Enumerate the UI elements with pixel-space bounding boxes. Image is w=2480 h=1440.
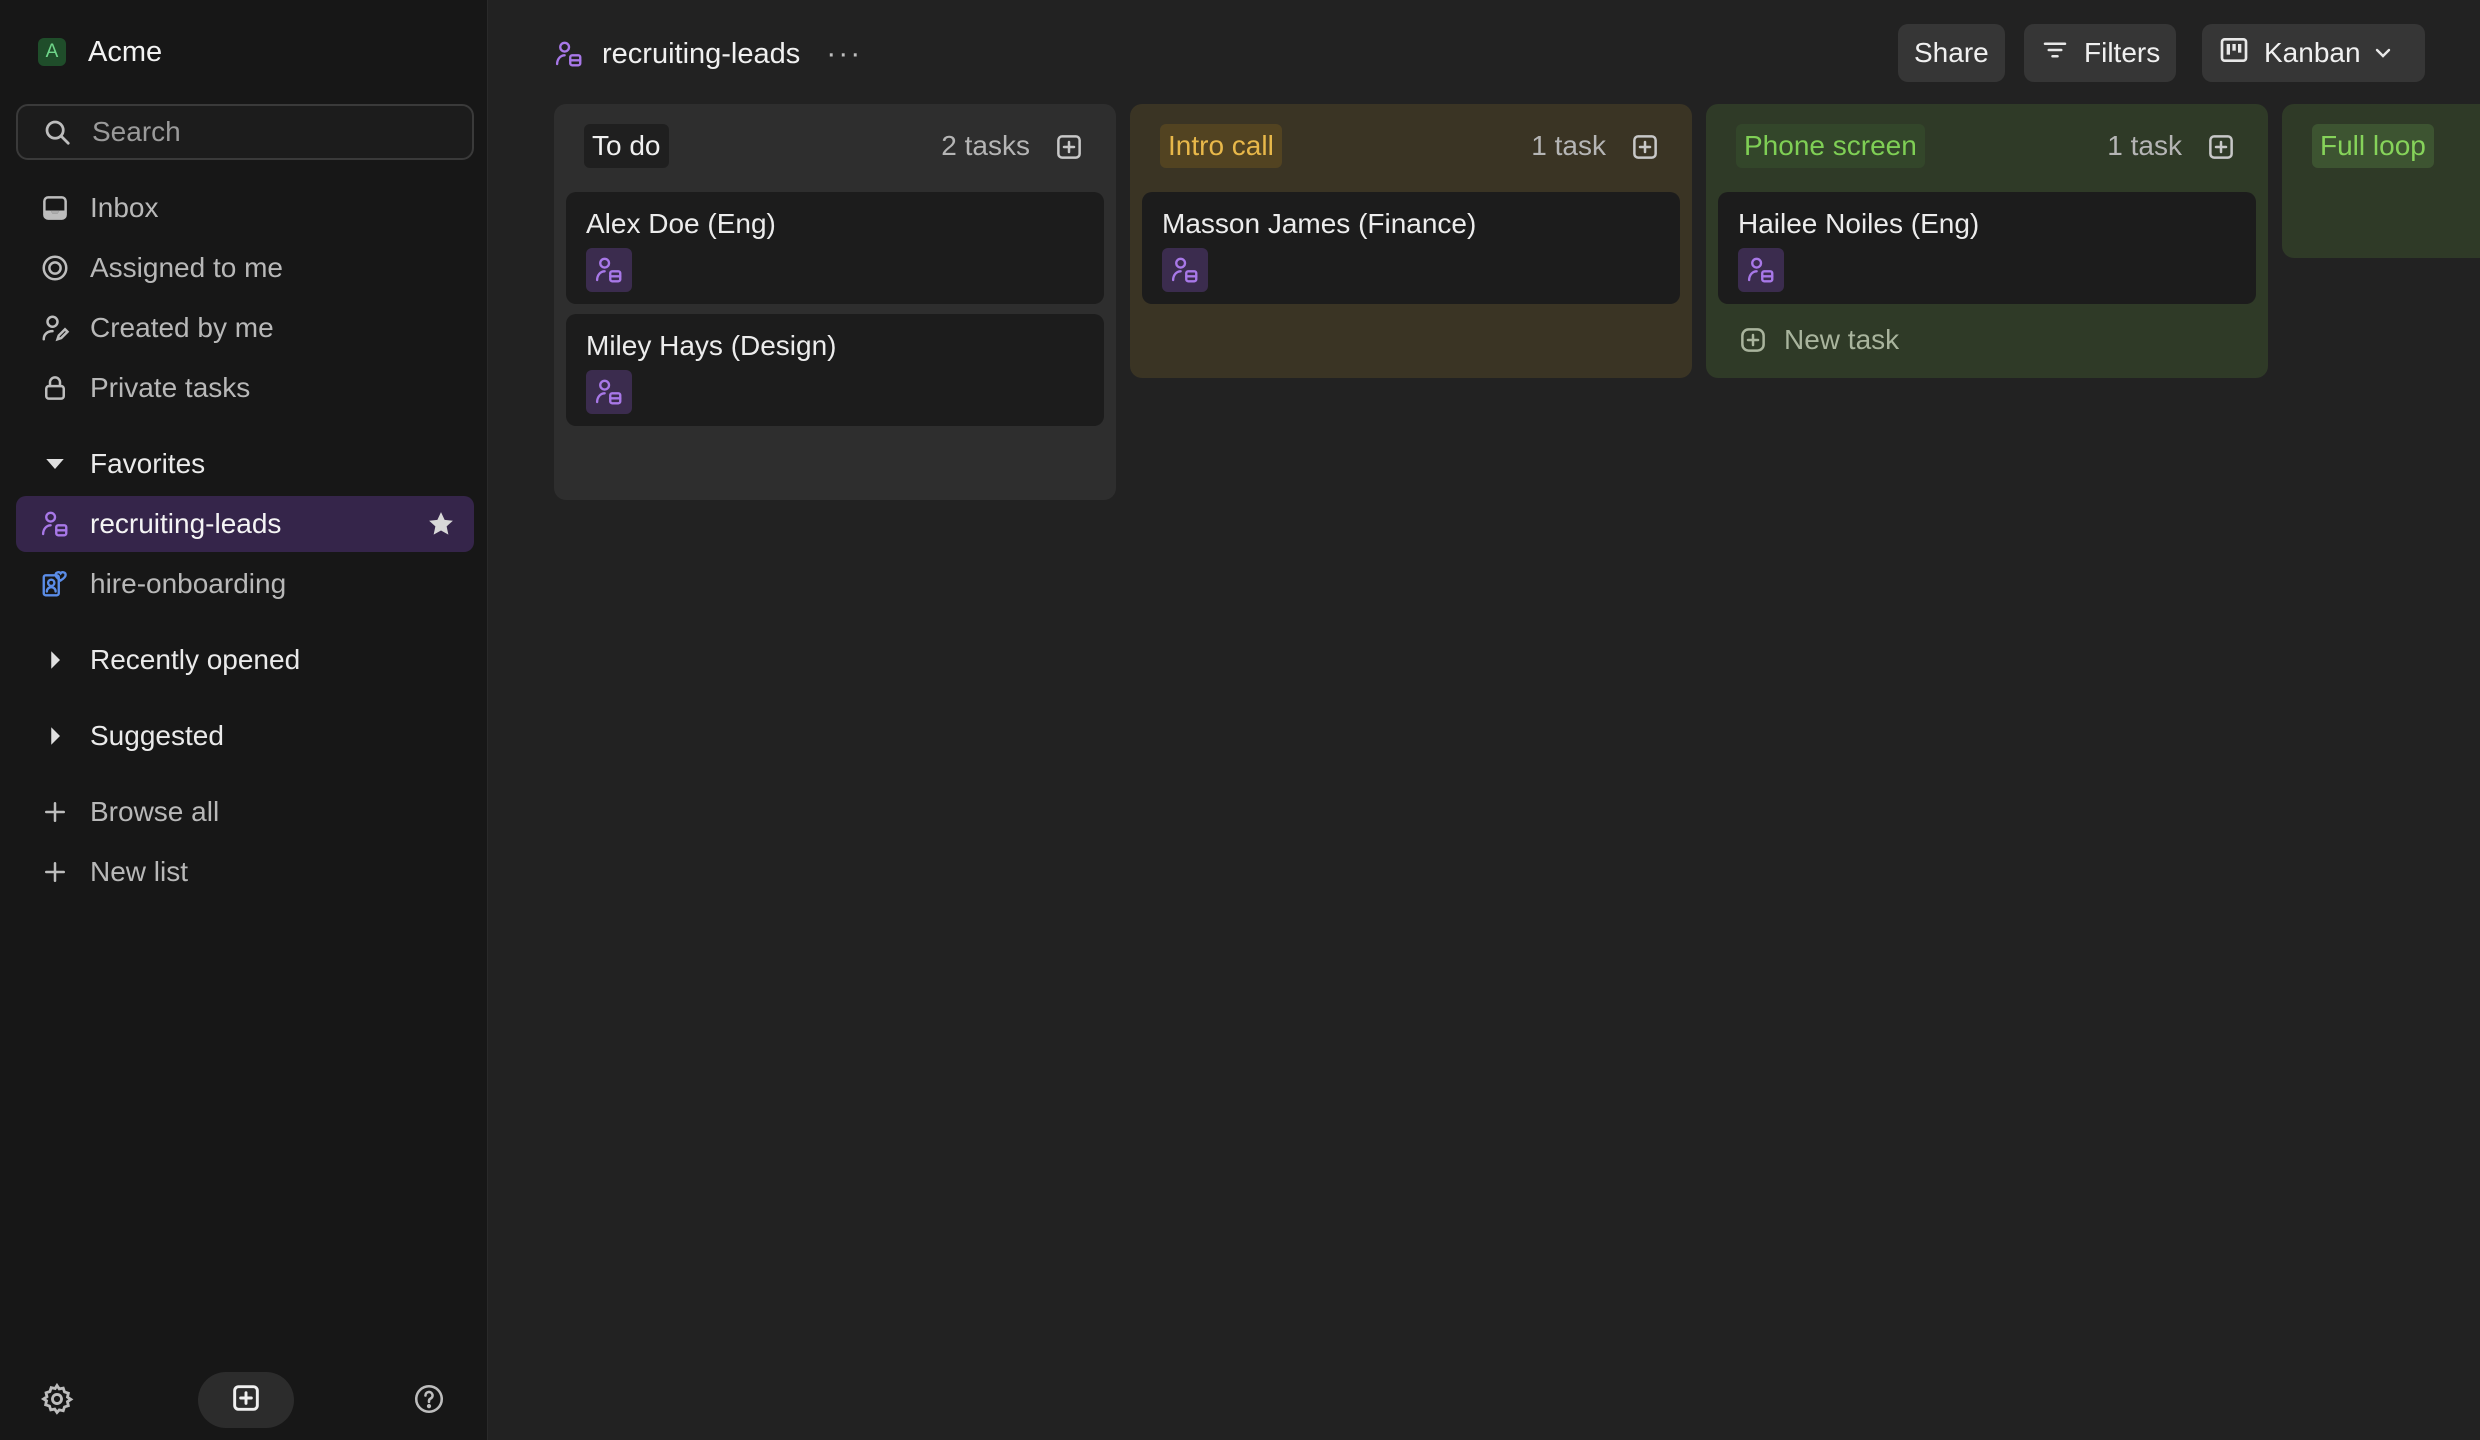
new-task-button[interactable]: New task — [1738, 318, 1899, 362]
nav-inbox[interactable]: Inbox — [16, 180, 474, 236]
page-header: recruiting-leads ··· — [554, 34, 862, 74]
nav-assigned-to-me[interactable]: Assigned to me — [16, 240, 474, 296]
column-header: Phone screen 1 task — [1706, 104, 2268, 192]
nav-private-tasks[interactable]: Private tasks — [16, 360, 474, 416]
suggested-label: Suggested — [90, 720, 224, 751]
column-status-tag[interactable]: Full loop — [2312, 124, 2434, 168]
task-card[interactable]: Alex Doe (Eng) — [566, 192, 1104, 304]
favorite-label: hire-onboarding — [90, 568, 287, 599]
recruiting-icon — [1162, 248, 1208, 292]
column-task-count: 1 task — [1531, 130, 1606, 161]
recruiting-icon — [586, 248, 632, 292]
add-task-icon[interactable] — [1630, 132, 1660, 162]
filter-icon — [2040, 35, 2084, 72]
add-task-icon[interactable] — [1054, 132, 1084, 162]
workspace-name: Acme — [88, 35, 163, 68]
chevron-down-icon — [2371, 41, 2409, 65]
column-status-tag[interactable]: Phone screen — [1736, 124, 1925, 168]
kanban-column-to-do: To do 2 tasks Alex Doe (Eng) Miley Hays … — [554, 104, 1116, 500]
kanban-column-intro-call: Intro call 1 task Masson James (Finance) — [1130, 104, 1692, 378]
recently-opened-label: Recently opened — [90, 644, 301, 675]
sidebar-footer — [0, 1368, 488, 1432]
page-title: recruiting-leads — [602, 37, 801, 70]
view-label: Kanban — [2264, 37, 2361, 68]
favorite-hire-onboarding[interactable]: hire-onboarding — [16, 556, 474, 612]
task-card[interactable]: Masson James (Finance) — [1142, 192, 1680, 304]
gear-icon[interactable] — [40, 1382, 74, 1416]
onboarding-icon — [40, 569, 70, 599]
user-pen-icon — [40, 313, 70, 343]
recruiting-icon — [554, 39, 584, 69]
kanban-icon — [2218, 34, 2264, 73]
column-task-count: 1 task — [2107, 130, 2182, 161]
task-title: Masson James (Finance) — [1162, 208, 1477, 239]
column-status-tag[interactable]: Intro call — [1160, 124, 1282, 168]
new-list-button[interactable]: New list — [16, 844, 474, 900]
nav-created-by-me[interactable]: Created by me — [16, 300, 474, 356]
nav-private-label: Private tasks — [90, 372, 251, 403]
plus-icon — [40, 797, 70, 827]
favorites-label: Favorites — [90, 448, 206, 479]
search-input[interactable]: Search — [16, 104, 474, 160]
caret-down-icon — [40, 449, 70, 479]
recently-opened-toggle[interactable]: Recently opened — [16, 632, 474, 688]
plus-square-icon — [1738, 325, 1768, 355]
plus-icon — [40, 857, 70, 887]
caret-right-icon — [40, 645, 70, 675]
share-label: Share — [1914, 37, 1989, 68]
suggested-toggle[interactable]: Suggested — [16, 708, 474, 764]
more-options-button[interactable]: ··· — [826, 37, 862, 71]
column-header: To do 2 tasks — [554, 104, 1116, 192]
nav-created-label: Created by me — [90, 312, 274, 343]
view-switcher-button[interactable]: Kanban — [2202, 24, 2425, 82]
task-card[interactable]: Miley Hays (Design) — [566, 314, 1104, 426]
favorites-section-toggle[interactable]: Favorites — [16, 436, 474, 492]
filters-button[interactable]: Filters — [2024, 24, 2177, 82]
app: A Acme Search Inbox Assigned to me Creat… — [0, 0, 2480, 1440]
favorite-label: recruiting-leads — [90, 508, 282, 539]
search-placeholder: Search — [92, 116, 181, 147]
search-icon — [42, 117, 72, 147]
task-card[interactable]: Hailee Noiles (Eng) — [1718, 192, 2256, 304]
new-item-button[interactable] — [198, 1372, 294, 1428]
column-header: Intro call 1 task — [1130, 104, 1692, 192]
recruiting-icon — [40, 509, 70, 539]
star-icon[interactable] — [426, 509, 456, 539]
browse-all-button[interactable]: Browse all — [16, 784, 474, 840]
new-task-label: New task — [1784, 324, 1900, 355]
task-title: Hailee Noiles (Eng) — [1738, 208, 1980, 239]
caret-right-icon — [40, 721, 70, 751]
nav-inbox-label: Inbox — [90, 192, 159, 223]
column-status-tag[interactable]: To do — [584, 124, 669, 168]
lock-icon — [40, 373, 70, 403]
recruiting-icon — [1738, 248, 1784, 292]
plus-square-icon — [230, 1382, 262, 1419]
inbox-icon — [40, 193, 70, 223]
favorite-recruiting-leads[interactable]: recruiting-leads — [16, 496, 474, 552]
browse-all-label: Browse all — [90, 796, 220, 827]
filters-label: Filters — [2084, 37, 2161, 68]
new-list-label: New list — [90, 856, 189, 887]
column-header: Full loop — [2282, 104, 2480, 192]
task-title: Alex Doe (Eng) — [586, 208, 776, 239]
kanban-column-phone-screen: Phone screen 1 task Hailee Noiles (Eng) … — [1706, 104, 2268, 378]
add-task-icon[interactable] — [2206, 132, 2236, 162]
main-content: recruiting-leads ··· Share Filters Kanba… — [488, 0, 2480, 1440]
sidebar: A Acme Search Inbox Assigned to me Creat… — [0, 0, 488, 1440]
task-title: Miley Hays (Design) — [586, 330, 837, 361]
workspace-avatar: A — [38, 38, 66, 66]
help-icon[interactable] — [412, 1382, 446, 1416]
workspace-switcher[interactable]: A Acme — [38, 34, 162, 70]
share-button[interactable]: Share — [1898, 24, 2005, 82]
recruiting-icon — [586, 370, 632, 414]
nav-assigned-label: Assigned to me — [90, 252, 283, 283]
column-task-count: 2 tasks — [941, 130, 1030, 161]
kanban-column-full-loop: Full loop — [2282, 104, 2480, 258]
target-icon — [40, 253, 70, 283]
